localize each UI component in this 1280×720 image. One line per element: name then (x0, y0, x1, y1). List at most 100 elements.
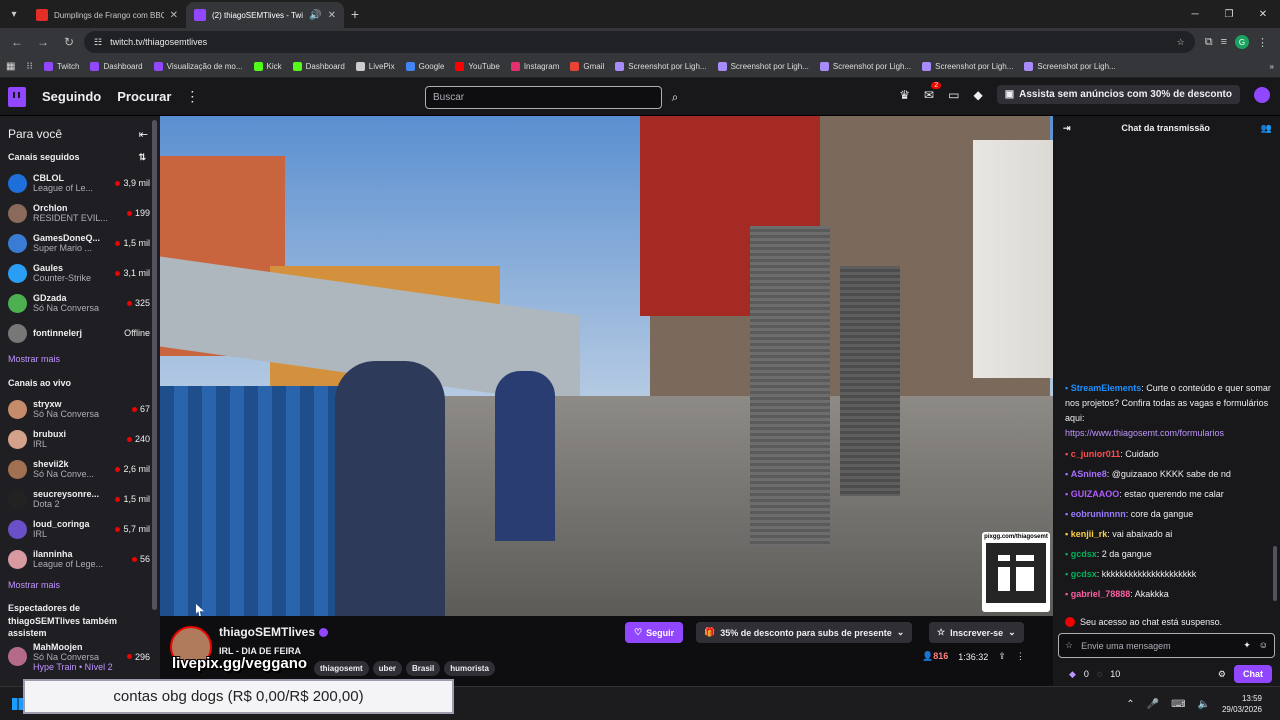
browser-tab-0[interactable]: Dumplings de Frango com BBQ ✕ (28, 2, 186, 28)
reload-icon[interactable]: ↻ (58, 31, 80, 53)
bookmark-item[interactable]: Screenshot por Ligh... (717, 62, 809, 71)
sidebar-channel[interactable]: GDzada Só Na Conversa 325 (0, 288, 160, 318)
show-more-followed[interactable]: Mostrar mais (0, 348, 160, 370)
bookmark-item[interactable]: Visualização de mo... (153, 62, 243, 71)
sidebar-channel[interactable]: ilanninha League of Lege... 56 (0, 544, 160, 574)
follow-button[interactable]: ♡ Seguir (625, 622, 684, 643)
system-clock[interactable]: 13:59 29/03/2026 (1222, 693, 1262, 715)
new-tab-button[interactable]: + (344, 2, 366, 28)
bookmarks-overflow-icon[interactable]: » (1270, 62, 1274, 71)
user-avatar[interactable] (1254, 86, 1270, 103)
chat-username[interactable]: gabriel_78888 (1071, 589, 1131, 599)
gift-subs-button[interactable]: 🎁 35% de desconto para subs de presente … (696, 622, 913, 643)
bookmark-item[interactable]: Gmail (570, 62, 604, 71)
tab-search-icon[interactable]: ▾ (0, 0, 28, 28)
bookmark-item[interactable]: Screenshot por Ligh... (922, 62, 1013, 71)
chat-scrollbar[interactable] (1273, 546, 1277, 601)
chat-username[interactable]: ASnine8 (1071, 469, 1107, 479)
twitch-logo-icon[interactable] (8, 86, 26, 107)
close-tab-icon[interactable]: ✕ (170, 10, 178, 21)
sidebar-channel[interactable]: brubuxi IRL 240 (0, 424, 160, 454)
apps-grid-icon[interactable]: ⁝⁝ (26, 61, 32, 72)
volume-icon[interactable]: 🔈 (1198, 699, 1210, 710)
bookmark-item[interactable]: Twitch (43, 62, 79, 71)
bookmark-item[interactable]: Google (405, 62, 444, 71)
bookmark-item[interactable]: Screenshot por Ligh... (1024, 62, 1116, 71)
sidebar-channel[interactable]: fontinnelerj Offline (0, 318, 160, 348)
network-icon[interactable]: ⌨ (1171, 699, 1185, 710)
extensions-icon[interactable]: ⧉ (1205, 36, 1213, 49)
video-player[interactable]: pixgg.com/thiagosemt (160, 116, 1053, 616)
chat-settings-icon[interactable]: ⚙ (1218, 669, 1226, 680)
sidebar-channel[interactable]: Orchlon RESIDENT EVIL... 199 (0, 198, 160, 228)
bits-balance-icon[interactable]: ◆ (1069, 669, 1076, 680)
minimize-icon[interactable]: ─ (1178, 0, 1212, 28)
speaker-icon[interactable]: 🔊 (309, 10, 321, 21)
bookmark-item[interactable]: LivePix (355, 62, 395, 71)
chat-username[interactable]: c_junior011 (1071, 449, 1121, 459)
media-control-icon[interactable]: ≡ (1221, 36, 1227, 48)
back-icon[interactable]: ← (6, 31, 28, 53)
emote-icon[interactable]: ☺ (1259, 640, 1268, 651)
search-icon[interactable]: ⌕ (664, 86, 686, 109)
chat-input[interactable]: ☆ Envie uma mensagem ✦ ☺ (1058, 633, 1275, 658)
site-info-icon[interactable]: ☷ (94, 37, 102, 48)
channel-points-icon[interactable]: ◌ (1097, 669, 1102, 679)
sidebar-channel[interactable]: Gaules Counter-Strike 3,1 mil (0, 258, 160, 288)
sidebar-channel[interactable]: CBLOL League of Le... 3,9 mil (0, 168, 160, 198)
bookmark-item[interactable]: Dashboard (90, 62, 143, 71)
chat-username[interactable]: kenjii_rk (1071, 529, 1108, 539)
bookmark-item[interactable]: Instagram (510, 62, 559, 71)
stream-tag[interactable]: humorista (444, 661, 495, 676)
collapse-chat-icon[interactable]: ⇥ (1063, 123, 1071, 134)
more-options-icon[interactable]: ⋮ (1016, 651, 1025, 662)
microphone-icon[interactable]: 🎤 (1147, 699, 1159, 710)
bookmark-item[interactable]: Dashboard (292, 62, 345, 71)
chat-badge-icon[interactable]: ☆ (1065, 640, 1073, 651)
bookmark-item[interactable]: Screenshot por Ligh... (615, 62, 707, 71)
nav-browse[interactable]: Procurar (117, 89, 171, 104)
whispers-icon[interactable]: ▭ (948, 88, 959, 102)
sort-icon[interactable]: ⇅ (138, 152, 146, 163)
chat-username[interactable]: gcdsx (1071, 569, 1097, 579)
chat-link[interactable]: https://www.thiagosemt.com/formularios (1065, 428, 1224, 438)
nav-following[interactable]: Seguindo (42, 89, 101, 104)
bookmarks-apps-icon[interactable]: ▦ (6, 61, 15, 72)
tray-chevron-icon[interactable]: ⌃ (1126, 699, 1134, 710)
browser-tab-1[interactable]: (2) thiagoSEMTlives - Twitch 🔊 ✕ (186, 2, 344, 28)
sidebar-scrollbar[interactable] (152, 120, 157, 610)
sidebar-channel-also[interactable]: MahMoojen Só Na Conversa Hype Train • Ní… (0, 642, 160, 672)
close-window-icon[interactable]: ✕ (1246, 0, 1280, 28)
ad-free-promo-button[interactable]: ▣ Assista sem anúncios com 30% de descon… (996, 85, 1240, 104)
more-icon[interactable]: ⋮ (185, 88, 199, 105)
collapse-sidebar-icon[interactable]: ⇤ (139, 128, 148, 141)
sidebar-channel[interactable]: GamesDoneQ... Super Mario ... 1,5 mil (0, 228, 160, 258)
sidebar-channel[interactable]: seucreysonre... Dota 2 1,5 mil (0, 484, 160, 514)
restore-icon[interactable]: ❐ (1212, 0, 1246, 28)
chat-username[interactable]: StreamElements (1071, 383, 1142, 393)
bits-cheer-icon[interactable]: ✦ (1243, 640, 1251, 651)
sidebar-channel[interactable]: stryxw Só Na Conversa 67 (0, 394, 160, 424)
subscribe-button[interactable]: ☆ Inscrever-se ⌄ (929, 622, 1024, 643)
profile-avatar[interactable]: G (1235, 35, 1249, 49)
chat-username[interactable]: eobruninnnn (1071, 509, 1126, 519)
inbox-icon[interactable]: ✉ 2 (924, 81, 942, 102)
sidebar-channel[interactable]: shevii2k Só Na Conve... 2,6 mil (0, 454, 160, 484)
chat-username[interactable]: gcdsx (1071, 549, 1097, 559)
bits-icon[interactable]: ◆ (973, 88, 982, 102)
bookmark-item[interactable]: YouTube (455, 62, 500, 71)
show-more-live[interactable]: Mostrar mais (0, 574, 160, 596)
chat-username[interactable]: GUIZAAOO (1071, 489, 1120, 499)
bookmark-star-icon[interactable]: ☆ (1177, 37, 1185, 48)
stream-tag[interactable]: Brasil (406, 661, 441, 676)
sidebar-channel[interactable]: loud_coringa IRL 5,7 mil (0, 514, 160, 544)
browser-menu-icon[interactable]: ⋮ (1257, 36, 1268, 49)
search-input[interactable]: Buscar (425, 86, 662, 109)
bookmark-item[interactable]: Screenshot por Ligh... (819, 62, 911, 71)
bookmark-item[interactable]: Kick (253, 62, 282, 71)
chat-users-icon[interactable]: 👥 (1261, 123, 1272, 134)
forward-icon[interactable]: → (32, 31, 54, 53)
chat-send-button[interactable]: Chat (1234, 665, 1272, 683)
close-tab-icon[interactable]: ✕ (328, 10, 336, 21)
channel-name[interactable]: thiagoSEMTlives (219, 625, 315, 639)
